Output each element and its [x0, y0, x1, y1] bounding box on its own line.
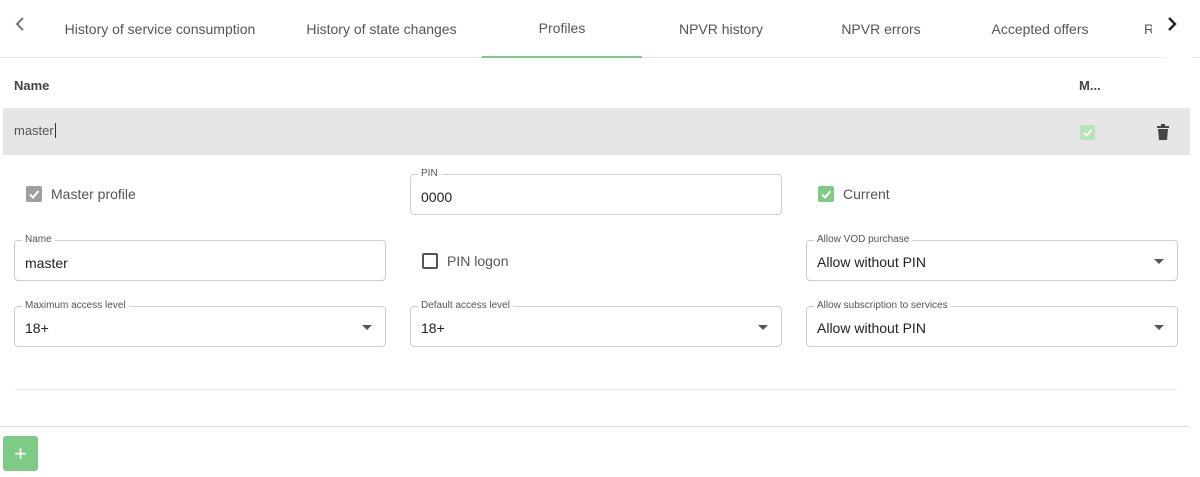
- tab-partial[interactable]: Re: [1140, 0, 1152, 58]
- checkbox-box: [818, 186, 834, 202]
- tab-profiles[interactable]: Profiles: [482, 0, 642, 58]
- dropdown-arrow-icon: [1154, 325, 1164, 330]
- chevron-right-icon: [1168, 17, 1177, 31]
- maximum-access-level-select[interactable]: Maximum access level 18+: [14, 300, 386, 347]
- dropdown-arrow-icon: [1154, 259, 1164, 264]
- tab-label: Re: [1144, 21, 1152, 37]
- tab-bar: History of service consumption History o…: [0, 0, 1200, 58]
- tab-label: Accepted offers: [991, 21, 1089, 37]
- check-icon: [821, 190, 832, 199]
- pin-field-label: PIN: [418, 168, 441, 180]
- tabs-scroll-left-button[interactable]: [8, 12, 32, 36]
- name-field-label: Name: [22, 234, 55, 246]
- name-input[interactable]: [25, 255, 325, 271]
- column-header-name[interactable]: Name: [14, 78, 49, 93]
- pin-field[interactable]: PIN: [410, 168, 782, 215]
- maximum-access-level-value: 18+: [25, 320, 49, 336]
- pin-logon-checkbox[interactable]: PIN logon: [422, 253, 508, 269]
- allow-subscription-label: Allow subscription to services: [814, 300, 951, 312]
- tab-label: NPVR history: [678, 21, 764, 37]
- tab-label: History of state changes: [306, 21, 457, 37]
- check-icon: [29, 190, 40, 199]
- trash-icon: [1157, 124, 1169, 140]
- dropdown-arrow-icon: [362, 325, 372, 330]
- maximum-access-level-label: Maximum access level: [22, 300, 129, 312]
- default-access-level-select[interactable]: Default access level 18+: [410, 300, 782, 347]
- tab-accepted-offers[interactable]: Accepted offers: [970, 0, 1110, 58]
- allow-subscription-value: Allow without PIN: [817, 320, 926, 336]
- name-field[interactable]: Name: [14, 234, 386, 281]
- pin-logon-label: PIN logon: [447, 253, 509, 269]
- delete-button[interactable]: [1154, 123, 1172, 141]
- row-name-cell: master: [14, 123, 56, 138]
- tab-npvr-history[interactable]: NPVR history: [651, 0, 791, 58]
- add-profile-button[interactable]: +: [3, 436, 38, 471]
- row-master-checkbox: [1080, 125, 1095, 140]
- default-access-level-label: Default access level: [418, 300, 513, 312]
- default-access-level-value: 18+: [421, 320, 445, 336]
- check-icon: [1083, 129, 1093, 138]
- current-label: Current: [843, 186, 890, 202]
- tab-history-of-service-consumption[interactable]: History of service consumption: [50, 0, 270, 58]
- form-divider: [15, 389, 1177, 390]
- tab-label: History of service consumption: [64, 21, 256, 37]
- chevron-left-icon: [15, 17, 24, 31]
- footer-divider: [0, 426, 1190, 427]
- tab-label: Profiles: [538, 20, 586, 36]
- current-checkbox[interactable]: Current: [818, 186, 890, 202]
- table-row[interactable]: master: [3, 108, 1190, 155]
- plus-icon: +: [14, 440, 27, 466]
- master-profile-label: Master profile: [51, 186, 136, 202]
- tab-npvr-errors[interactable]: NPVR errors: [812, 0, 950, 58]
- master-profile-checkbox[interactable]: Master profile: [26, 186, 136, 202]
- allow-subscription-select[interactable]: Allow subscription to services Allow wit…: [806, 300, 1178, 347]
- tabs-scroll-right-button[interactable]: [1160, 12, 1184, 36]
- tab-label: NPVR errors: [841, 21, 921, 37]
- text-cursor: [54, 123, 56, 138]
- pin-input[interactable]: [421, 189, 721, 205]
- checkbox-box: [422, 253, 438, 269]
- column-header-master[interactable]: M...: [1079, 78, 1101, 93]
- checkbox-box: [26, 186, 42, 202]
- allow-vod-purchase-label: Allow VOD purchase: [814, 234, 913, 246]
- dropdown-arrow-icon: [758, 325, 768, 330]
- tab-history-of-state-changes[interactable]: History of state changes: [290, 0, 473, 58]
- allow-vod-purchase-select[interactable]: Allow VOD purchase Allow without PIN: [806, 234, 1178, 281]
- allow-vod-purchase-value: Allow without PIN: [817, 254, 926, 270]
